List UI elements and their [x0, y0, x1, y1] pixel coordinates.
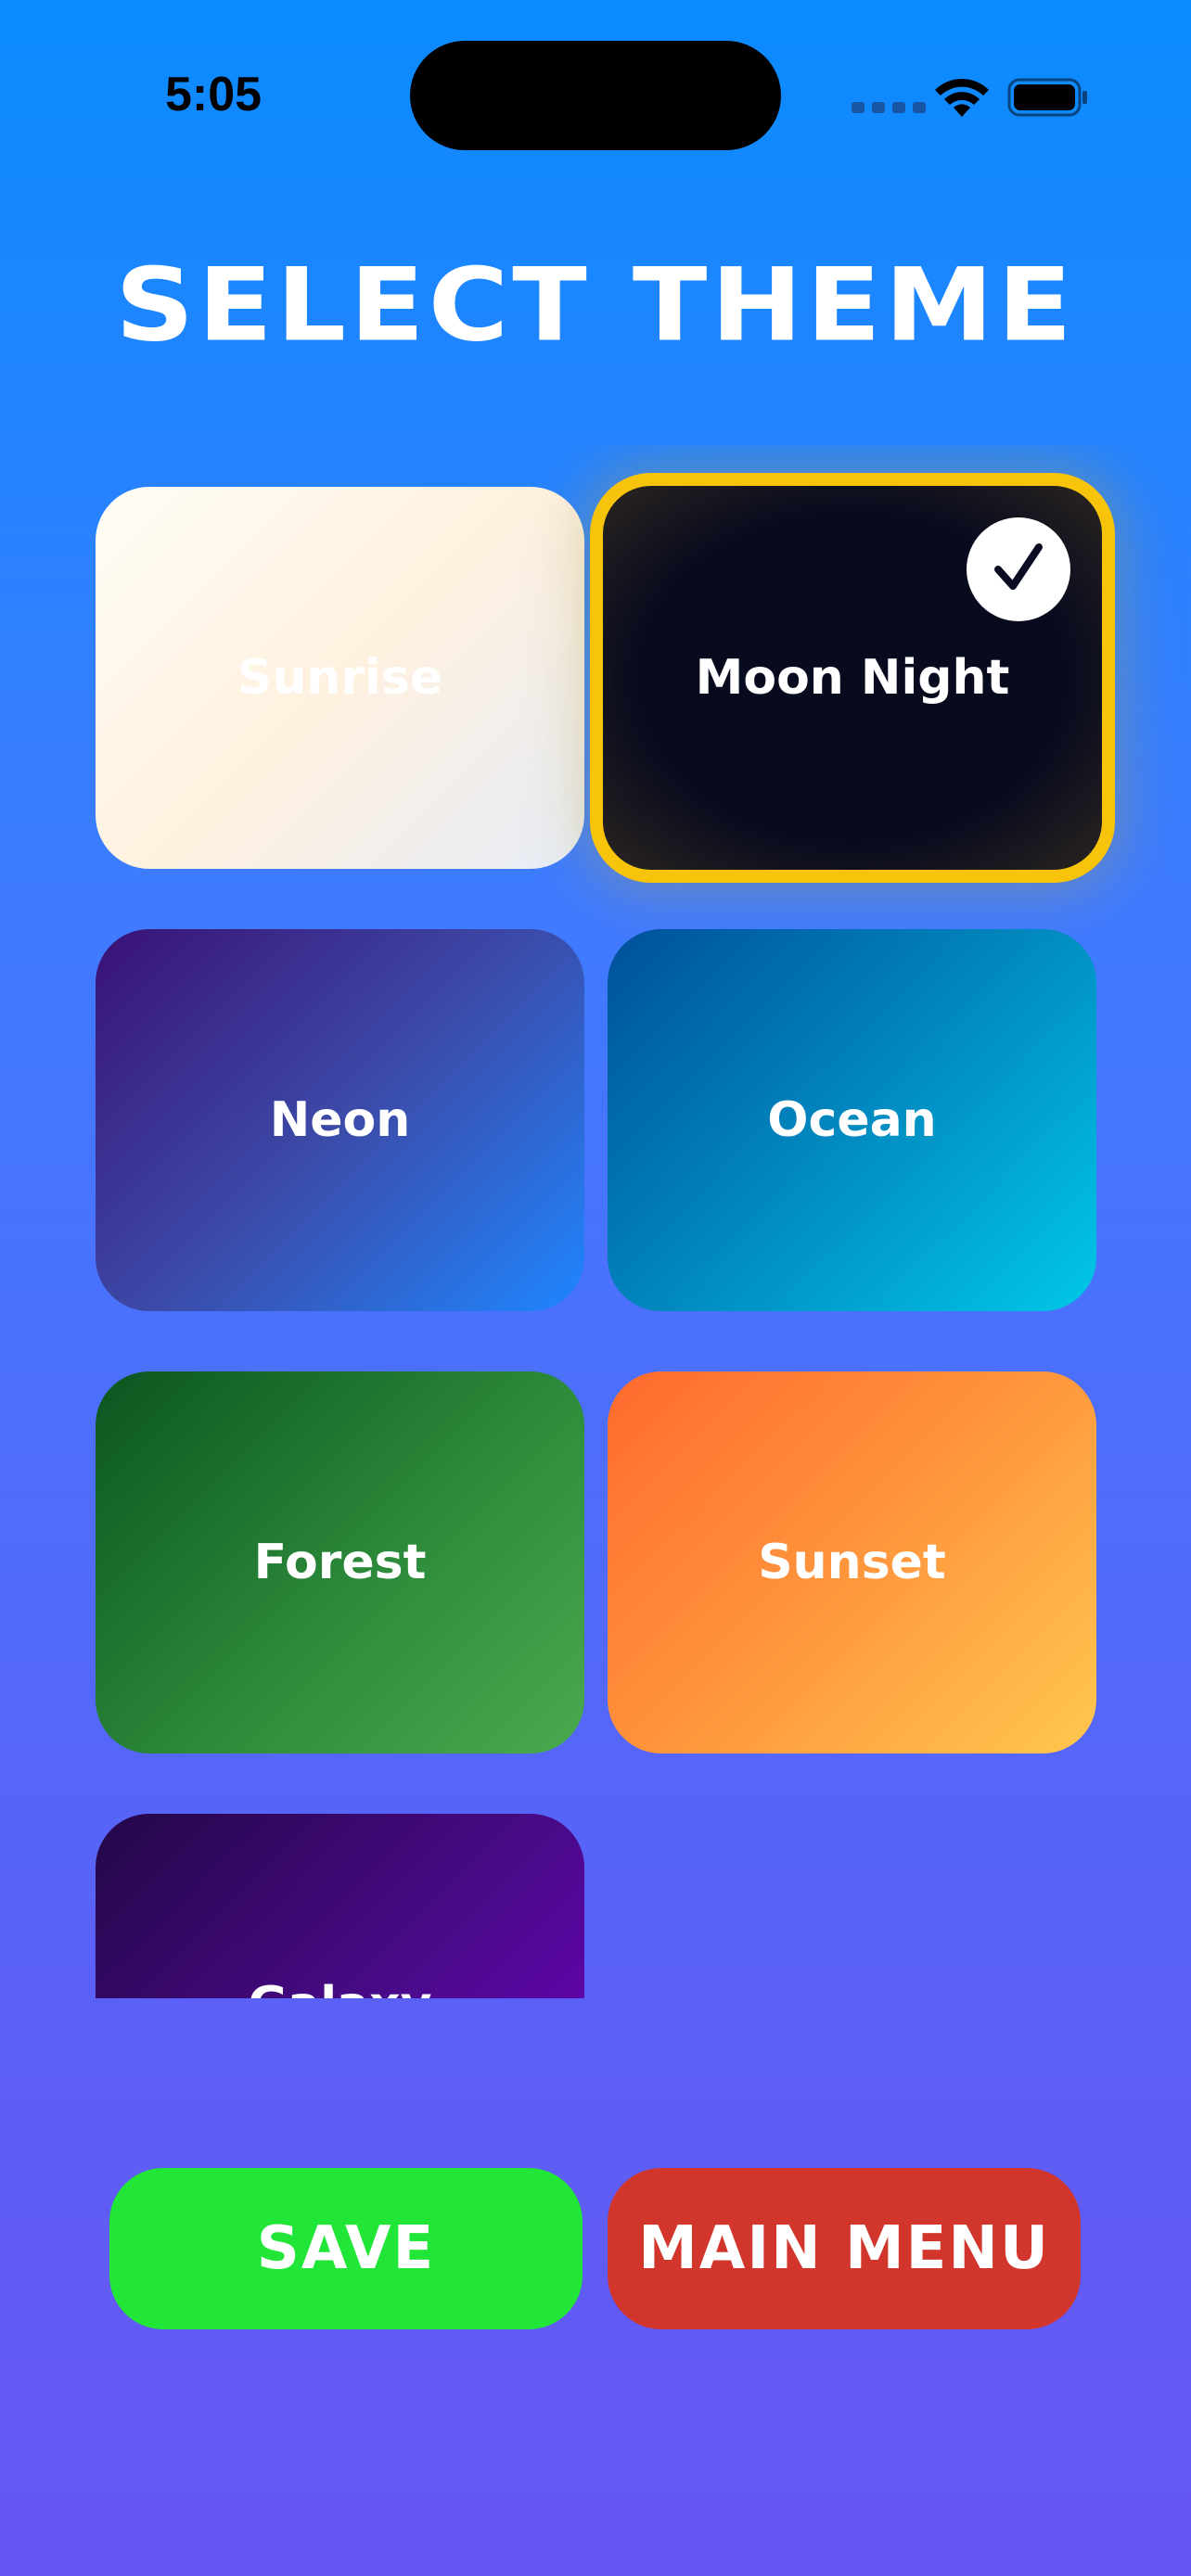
- wifi-icon: [935, 78, 989, 117]
- page-title: SELECT THEME: [115, 246, 1076, 364]
- theme-label: Galaxy: [248, 1977, 431, 1998]
- theme-label: Neon: [269, 1092, 411, 1148]
- theme-label: Moon Night: [695, 650, 1010, 706]
- theme-card-neon[interactable]: Neon: [96, 929, 584, 1311]
- theme-card-sunset[interactable]: Sunset: [608, 1371, 1096, 1753]
- main-menu-button[interactable]: MAIN MENU: [608, 2168, 1081, 2329]
- theme-card-moon-night[interactable]: Moon Night: [590, 473, 1115, 883]
- status-time: 5:05: [165, 68, 263, 121]
- theme-label: Sunset: [758, 1535, 946, 1590]
- theme-card-forest[interactable]: Forest: [96, 1371, 584, 1753]
- theme-label: Sunrise: [237, 650, 443, 706]
- theme-label: Forest: [253, 1535, 427, 1590]
- selected-check-icon: [967, 517, 1070, 621]
- battery-icon: [1007, 78, 1087, 117]
- dynamic-island: [410, 41, 781, 150]
- theme-card-ocean[interactable]: Ocean: [608, 929, 1096, 1311]
- theme-grid[interactable]: Sunrise Moon Night Neon Ocean Forest Sun…: [0, 445, 1191, 1998]
- cellular-signal-icon: [852, 102, 935, 113]
- theme-card-sunrise[interactable]: Sunrise: [96, 487, 584, 869]
- theme-label: Ocean: [767, 1092, 937, 1148]
- theme-card-galaxy[interactable]: Galaxy: [96, 1814, 584, 1998]
- save-button[interactable]: SAVE: [109, 2168, 583, 2329]
